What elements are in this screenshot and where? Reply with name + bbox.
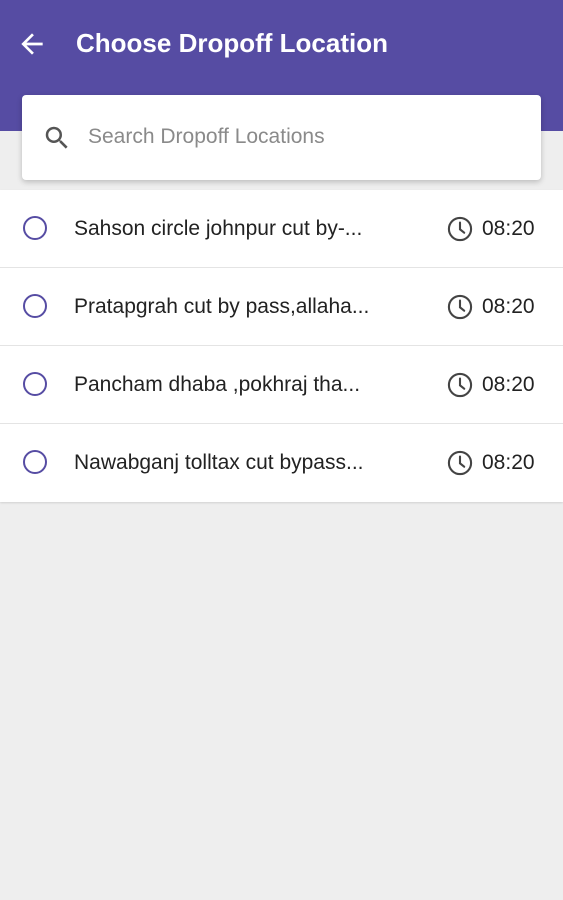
location-row[interactable]: Pratapgrah cut by pass,allaha... 08:20	[0, 268, 563, 346]
search-bar	[22, 95, 541, 180]
radio-unchecked-icon[interactable]	[23, 372, 47, 396]
search-icon	[45, 126, 68, 149]
dropoff-time: 08:20	[482, 217, 535, 240]
location-name: Pratapgrah cut by pass,allaha...	[74, 295, 370, 318]
location-name: Nawabganj tolltax cut bypass...	[74, 451, 364, 474]
clock-icon	[447, 294, 473, 320]
dropoff-time: 08:20	[482, 451, 535, 474]
dropoff-time: 08:20	[482, 295, 535, 318]
location-row[interactable]: Nawabganj tolltax cut bypass... 08:20	[0, 424, 563, 502]
location-row[interactable]: Sahson circle johnpur cut by-... 08:20	[0, 190, 563, 268]
radio-unchecked-icon[interactable]	[23, 450, 47, 474]
radio-unchecked-icon[interactable]	[23, 294, 47, 318]
location-row[interactable]: Pancham dhaba ,pokhraj tha... 08:20	[0, 346, 563, 424]
back-button[interactable]	[12, 24, 52, 64]
page-title: Choose Dropoff Location	[76, 28, 388, 58]
clock-icon	[447, 372, 473, 398]
clock-icon	[447, 216, 473, 242]
clock-icon	[447, 450, 473, 476]
search-input[interactable]	[88, 119, 518, 155]
back-arrow-icon	[21, 33, 43, 55]
location-name: Pancham dhaba ,pokhraj tha...	[74, 373, 361, 396]
dropoff-location-list: Sahson circle johnpur cut by-... 08:20 P…	[0, 190, 563, 502]
location-name: Sahson circle johnpur cut by-...	[74, 217, 363, 240]
dropoff-time: 08:20	[482, 373, 535, 396]
radio-unchecked-icon[interactable]	[23, 216, 47, 240]
